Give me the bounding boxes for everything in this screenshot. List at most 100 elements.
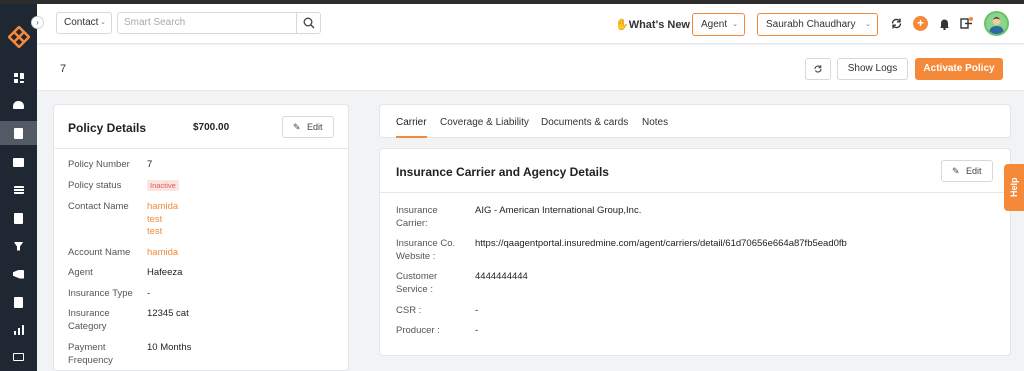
field-label-line: Payment [68, 342, 106, 353]
bank-icon[interactable] [0, 150, 37, 174]
field-label: Customer Service : [396, 271, 466, 296]
field-label: Producer : [396, 325, 440, 336]
field-label-line: Category [68, 320, 107, 332]
search-icon [303, 17, 314, 29]
funnel-icon[interactable] [0, 234, 37, 258]
contact-name-line: test [147, 226, 163, 237]
active-tab-indicator [396, 136, 427, 138]
contacts-icon[interactable] [0, 93, 37, 117]
field-label: Payment Frequency [68, 342, 113, 367]
csr-value: - [475, 305, 479, 316]
hand-icon: ✋ [615, 19, 629, 31]
field-label: Insurance Category [68, 308, 110, 333]
help-label: Help [1009, 177, 1019, 197]
tab-notes[interactable]: Notes [642, 117, 668, 128]
top-header: Contact ⌄ Smart Search ✋What's New Agent… [37, 4, 1024, 44]
pencil-icon: ✎ [952, 166, 960, 176]
account-name-link[interactable]: hamida [147, 247, 178, 260]
sync-icon[interactable] [890, 17, 903, 30]
policy-tabs: Carrier Coverage & Liability Documents &… [379, 104, 1011, 138]
field-label-line: Customer [396, 271, 438, 282]
role-select-label: Agent [701, 19, 728, 30]
field-value: Hafeeza [147, 267, 183, 278]
pencil-icon: ✎ [293, 122, 301, 132]
policy-details-header: Policy Details $700.00 ✎ Edit [54, 105, 348, 149]
show-logs-button[interactable]: Show Logs [837, 58, 908, 80]
megaphone-icon[interactable] [0, 262, 37, 286]
carrier-website-link[interactable]: https://qaagentportal.insuredmine.com/ag… [475, 238, 847, 251]
divider [380, 192, 1010, 193]
tab-documents-cards[interactable]: Documents & cards [541, 117, 628, 128]
field-label: Contact Name [68, 201, 129, 212]
field-label: Insurance Type [68, 288, 133, 299]
edit-label: Edit [966, 166, 982, 176]
contact-name-line: hamida [147, 201, 179, 212]
field-label-line: Website : [396, 250, 436, 262]
user-avatar[interactable] [984, 11, 1009, 36]
role-select[interactable]: Agent ⌄ [692, 13, 745, 36]
customer-service-value: 4444444444 [475, 271, 528, 282]
contact-type-label: Contact [64, 17, 99, 28]
edit-label: Edit [307, 122, 323, 132]
tab-carrier[interactable]: Carrier [396, 117, 427, 128]
contact-name-line: test [147, 213, 163, 225]
field-value: 10 Months [147, 342, 192, 353]
contact-type-select[interactable]: Contact ⌄ [56, 12, 112, 34]
field-label: CSR : [396, 305, 422, 316]
search-button[interactable] [296, 12, 321, 34]
field-label: Policy Number [68, 159, 130, 170]
contact-card-icon[interactable] [0, 206, 37, 230]
sidebar [0, 4, 37, 371]
carrier-details-card: Insurance Carrier and Agency Details ✎ E… [379, 148, 1011, 356]
folder-icon[interactable] [0, 345, 37, 369]
refresh-icon [814, 65, 822, 73]
field-value: - [147, 288, 151, 299]
logo-icon[interactable] [8, 26, 30, 48]
chevron-down-icon: ⌄ [865, 21, 871, 28]
record-toolbar: 7 Show Logs Activate Policy [37, 45, 1024, 91]
dashboard-icon[interactable] [0, 66, 37, 90]
policy-details-title: Policy Details [68, 121, 147, 135]
producer-value: - [475, 325, 479, 336]
whats-new-link[interactable]: ✋What's New [615, 18, 690, 31]
status-badge: Inactive [147, 180, 179, 191]
add-button[interactable]: + [913, 16, 928, 31]
tab-coverage-liability[interactable]: Coverage & Liability [440, 117, 529, 128]
chevron-down-icon: ⌄ [732, 21, 738, 28]
search-input[interactable]: Smart Search [117, 12, 297, 34]
carrier-name: AIG - American International Group,Inc. [475, 205, 642, 216]
contact-name-link[interactable]: hamida test test [147, 201, 178, 239]
activate-policy-button[interactable]: Activate Policy [915, 58, 1003, 80]
help-tab[interactable]: Help [1004, 164, 1024, 211]
avatar-icon [989, 17, 1004, 34]
policies-icon[interactable] [0, 121, 37, 145]
policy-details-card: Policy Details $700.00 ✎ Edit Policy Num… [53, 104, 349, 371]
field-label: Policy status [68, 180, 122, 191]
bell-icon[interactable] [939, 18, 950, 30]
whats-new-label: What's New [628, 19, 690, 31]
field-label-line: Insurance [68, 308, 110, 319]
field-label-line: Insurance [396, 205, 438, 216]
carrier-details-title: Insurance Carrier and Agency Details [396, 165, 609, 179]
list-icon[interactable] [0, 178, 37, 202]
sidebar-collapse-button[interactable]: › [31, 16, 44, 29]
user-select[interactable]: Saurabh Chaudhary ⌄ [757, 13, 878, 36]
field-label: Account Name [68, 247, 131, 258]
field-label: Insurance Carrier: [396, 205, 466, 230]
user-select-label: Saurabh Chaudhary [766, 19, 856, 30]
refresh-button[interactable] [805, 58, 831, 80]
field-label-line: Carrier: [396, 217, 428, 229]
exit-icon[interactable] [960, 17, 973, 30]
policy-edit-button[interactable]: ✎ Edit [282, 116, 334, 138]
record-id: 7 [60, 63, 67, 75]
field-label: Agent [68, 267, 93, 278]
field-label: Insurance Co. Website : [396, 238, 466, 263]
field-value: 12345 cat [147, 308, 189, 319]
document-icon[interactable] [0, 290, 37, 314]
reports-icon[interactable] [0, 318, 37, 342]
field-value: 7 [147, 159, 153, 170]
field-label-line: Service : [396, 283, 433, 295]
field-label-line: Insurance Co. [396, 238, 456, 249]
policy-amount: $700.00 [193, 122, 230, 133]
carrier-edit-button[interactable]: ✎ Edit [941, 160, 993, 182]
